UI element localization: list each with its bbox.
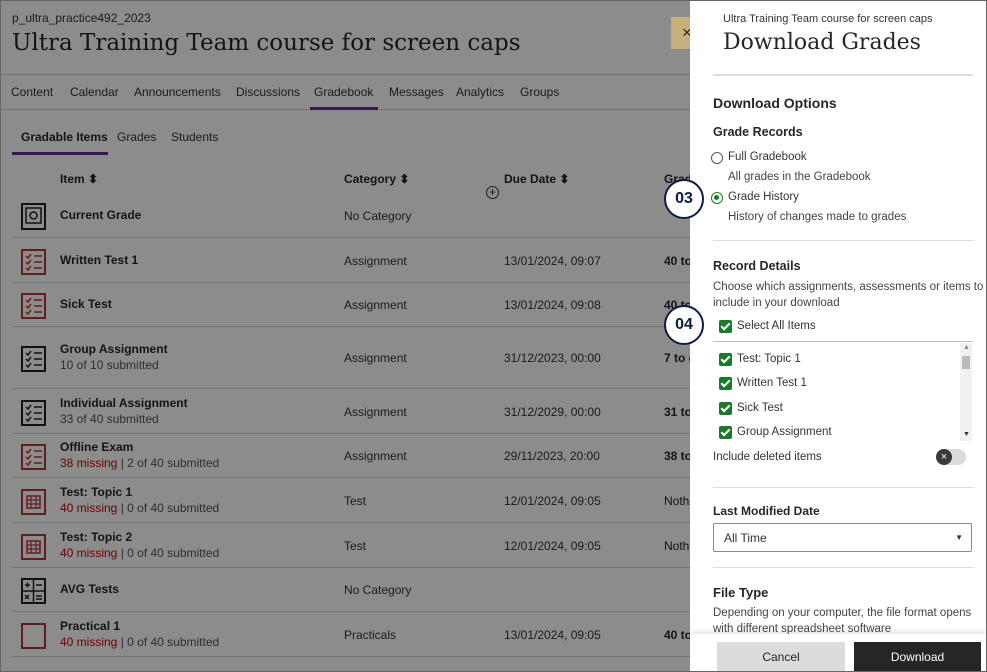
download-options-heading: Download Options	[713, 95, 837, 111]
item-checkbox[interactable]	[719, 353, 732, 366]
item-label[interactable]: Written Test 1	[737, 377, 807, 389]
select-all-checkbox[interactable]	[719, 320, 732, 333]
download-grades-panel: Ultra Training Team course for screen ca…	[690, 0, 987, 672]
full-gradebook-label[interactable]: Full Gradebook	[728, 151, 807, 163]
grade-history-desc: History of changes made to grades	[728, 211, 907, 223]
item-label[interactable]: Group Assignment	[737, 426, 832, 438]
scroll-thumb[interactable]	[962, 356, 970, 369]
record-details-desc-line1: Choose which assignments, assessments or…	[713, 281, 984, 293]
last-modified-select[interactable]: All Time ▼	[713, 523, 972, 552]
select-all-label[interactable]: Select All Items	[737, 320, 816, 332]
step-marker-03: 03	[664, 179, 704, 219]
item-checkbox[interactable]	[719, 402, 732, 415]
chevron-down-icon: ▼	[955, 533, 963, 542]
item-checkbox[interactable]	[719, 426, 732, 439]
item-label[interactable]: Test: Topic 1	[737, 353, 801, 365]
panel-title: Download Grades	[723, 30, 921, 55]
section-divider	[713, 487, 973, 488]
download-button[interactable]: Download	[854, 642, 981, 672]
section-divider	[713, 240, 973, 241]
include-deleted-label: Include deleted items	[713, 451, 822, 463]
record-details-heading: Record Details	[713, 259, 801, 273]
section-divider	[713, 567, 973, 568]
item-label[interactable]: Sick Test	[737, 402, 783, 414]
items-list-scrollbar[interactable]: ▲ ▼	[960, 343, 972, 441]
record-details-desc-line2: include in your download	[713, 297, 840, 309]
last-modified-heading: Last Modified Date	[713, 504, 820, 518]
grade-records-heading: Grade Records	[713, 125, 803, 139]
toggle-off-icon: ×	[936, 449, 952, 465]
file-type-desc-line1: Depending on your computer, the file for…	[713, 607, 972, 619]
step-marker-04: 04	[664, 305, 704, 345]
item-checkbox[interactable]	[719, 377, 732, 390]
scroll-up-icon[interactable]: ▲	[963, 344, 970, 351]
panel-course-title: Ultra Training Team course for screen ca…	[723, 13, 933, 25]
modal-backdrop[interactable]	[0, 0, 690, 672]
grade-history-radio[interactable]	[711, 192, 723, 204]
full-gradebook-radio[interactable]	[711, 152, 723, 164]
include-deleted-toggle[interactable]: ×	[936, 449, 966, 465]
last-modified-value: All Time	[724, 531, 767, 545]
scroll-down-icon[interactable]: ▼	[963, 431, 970, 438]
grade-history-label[interactable]: Grade History	[728, 191, 799, 203]
cancel-button[interactable]: Cancel	[717, 642, 845, 672]
panel-divider	[713, 74, 973, 76]
file-type-heading: File Type	[713, 585, 769, 600]
full-gradebook-desc: All grades in the Gradebook	[728, 171, 871, 183]
